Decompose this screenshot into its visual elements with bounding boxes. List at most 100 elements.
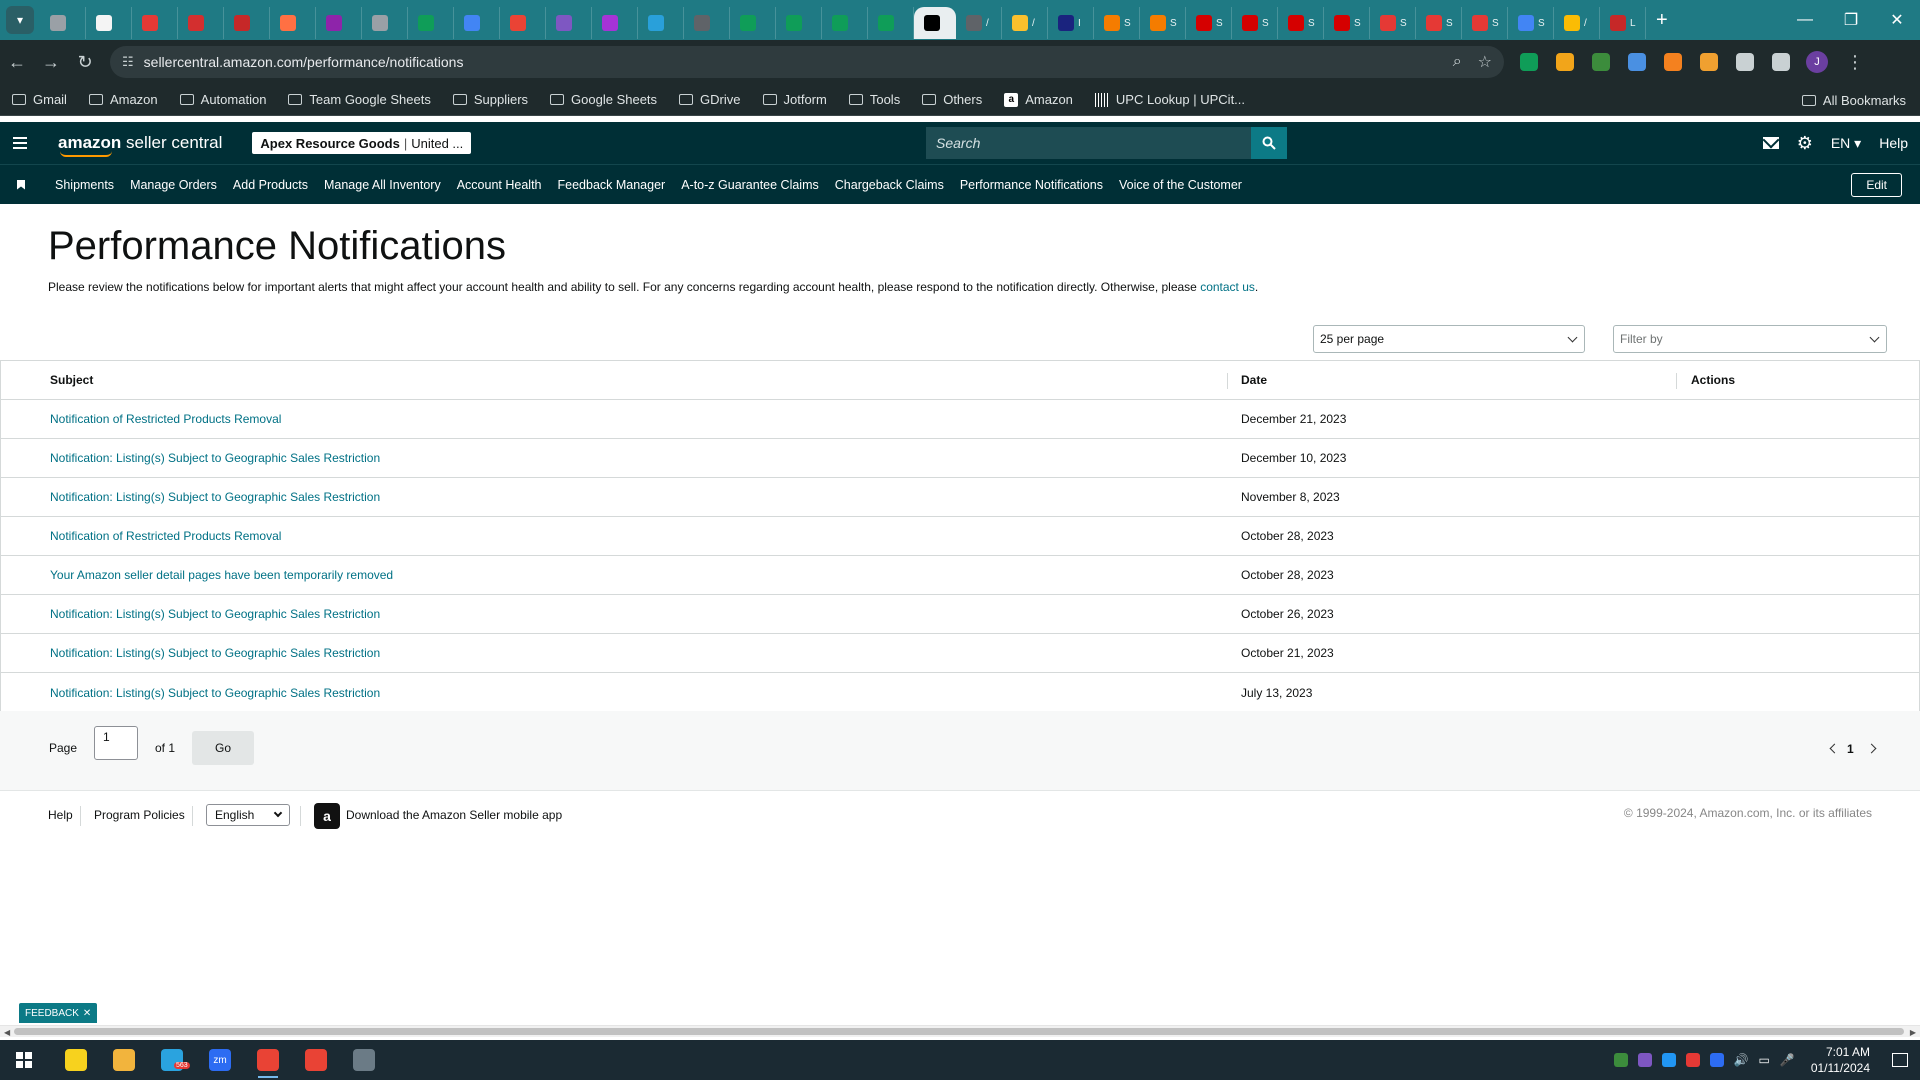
browser-tab[interactable]: S: [1140, 7, 1186, 39]
notification-subject-link[interactable]: Notification: Listing(s) Subject to Geog…: [50, 451, 380, 465]
chrome-tray-icon[interactable]: [1685, 1053, 1700, 1067]
bookmark-item[interactable]: Suppliers: [452, 92, 528, 107]
restore-icon[interactable]: ❐: [1828, 0, 1874, 40]
browser-tab[interactable]: [132, 7, 178, 39]
scroll-left-icon[interactable]: ◀: [4, 1028, 10, 1037]
nav-item-feedback-manager[interactable]: Feedback Manager: [558, 178, 666, 192]
taskbar-app-file-explorer[interactable]: [100, 1040, 148, 1080]
nav-item-a-to-z-guarantee-claims[interactable]: A-to-z Guarantee Claims: [681, 178, 819, 192]
footer-help-link[interactable]: Help: [48, 808, 73, 822]
search-input[interactable]: [926, 127, 1251, 159]
notification-icon[interactable]: [1892, 1053, 1908, 1067]
all-bookmarks[interactable]: All Bookmarks: [1801, 84, 1906, 116]
browser-tab[interactable]: [914, 7, 956, 39]
browser-tab[interactable]: [454, 7, 500, 39]
browser-tab[interactable]: [684, 7, 730, 39]
browser-menu-icon[interactable]: ⋮: [1846, 52, 1864, 73]
nvidia-icon[interactable]: [1613, 1053, 1628, 1067]
url-text[interactable]: sellercentral.amazon.com/performance/not…: [144, 54, 1437, 70]
address-bar[interactable]: ☷ sellercentral.amazon.com/performance/n…: [110, 46, 1504, 78]
forward-icon[interactable]: →: [34, 45, 68, 79]
filter-dropdown[interactable]: Filter by: [1613, 325, 1887, 353]
page-number-input[interactable]: 1: [94, 726, 138, 760]
browser-tab[interactable]: S: [1324, 7, 1370, 39]
taskbar-app-sticky-notes[interactable]: [52, 1040, 100, 1080]
bookmark-item[interactable]: a Amazon: [1004, 92, 1073, 107]
taskbar-app-chrome[interactable]: [244, 1040, 292, 1080]
bookmark-item[interactable]: Amazon: [88, 92, 158, 107]
browser-tab[interactable]: S: [1416, 7, 1462, 39]
go-button[interactable]: Go: [192, 731, 254, 765]
browser-tab[interactable]: [408, 7, 454, 39]
notification-subject-link[interactable]: Notification: Listing(s) Subject to Geog…: [50, 607, 380, 621]
close-icon[interactable]: ✕: [1874, 0, 1920, 40]
browser-tab[interactable]: [316, 7, 362, 39]
bluetooth-icon[interactable]: [1661, 1053, 1676, 1067]
bookmark-icon[interactable]: [17, 179, 25, 190]
seller-central-logo[interactable]: amazon seller central: [58, 133, 222, 157]
back-icon[interactable]: ←: [0, 45, 34, 79]
notification-subject-link[interactable]: Notification of Restricted Products Remo…: [50, 412, 281, 426]
bookmark-item[interactable]: UPC Lookup | UPCit...: [1094, 92, 1245, 107]
extension-icon[interactable]: [1700, 53, 1718, 71]
amazon-app-icon[interactable]: a: [314, 803, 340, 829]
browser-tab[interactable]: [224, 7, 270, 39]
bookmark-item[interactable]: Team Google Sheets: [288, 92, 431, 107]
help-link[interactable]: Help: [1879, 135, 1908, 151]
browser-tab[interactable]: [868, 7, 914, 39]
taskbar-app-chrome-profile[interactable]: [292, 1040, 340, 1080]
bookmark-item[interactable]: Gmail: [12, 92, 67, 107]
bookmark-star-icon[interactable]: ☆: [1478, 52, 1492, 72]
extension-icon[interactable]: [1736, 53, 1754, 71]
minimize-icon[interactable]: —: [1782, 0, 1828, 40]
browser-tab[interactable]: [776, 7, 822, 39]
bookmark-item[interactable]: GDrive: [679, 92, 741, 107]
clock[interactable]: 7:01 AM 01/11/2024: [1811, 1044, 1870, 1076]
close-icon[interactable]: ✕: [83, 1008, 91, 1019]
hamburger-menu-icon[interactable]: [0, 137, 40, 149]
horizontal-scrollbar[interactable]: ◀ ▶: [0, 1025, 1920, 1037]
bookmark-item[interactable]: Tools: [848, 92, 900, 107]
nav-item-voice-of-the-customer[interactable]: Voice of the Customer: [1119, 178, 1242, 192]
browser-tab[interactable]: [40, 7, 86, 39]
bookmark-item[interactable]: Google Sheets: [550, 92, 657, 107]
profile-avatar[interactable]: J: [1806, 51, 1828, 73]
column-header-date[interactable]: Date: [1241, 373, 1267, 387]
browser-tab[interactable]: [822, 7, 868, 39]
notification-subject-link[interactable]: Your Amazon seller detail pages have bee…: [50, 568, 393, 582]
scroll-right-icon[interactable]: ▶: [1910, 1028, 1916, 1037]
column-header-subject[interactable]: Subject: [50, 373, 93, 387]
pen-icon[interactable]: [1637, 1053, 1652, 1067]
extension-icon[interactable]: [1628, 53, 1646, 71]
new-tab-button[interactable]: +: [1656, 9, 1668, 32]
bookmark-item[interactable]: Jotform: [762, 92, 827, 107]
bookmark-item[interactable]: Automation: [179, 92, 266, 107]
site-info-icon[interactable]: ☷: [122, 54, 134, 70]
notification-subject-link[interactable]: Notification of Restricted Products Remo…: [50, 529, 281, 543]
program-policies-link[interactable]: Program Policies: [94, 808, 185, 822]
extension-icon[interactable]: [1520, 53, 1538, 71]
browser-tab[interactable]: [270, 7, 316, 39]
taskbar-app-zoom[interactable]: zm: [196, 1040, 244, 1080]
browser-tab[interactable]: S: [1186, 7, 1232, 39]
zoom-tray-icon[interactable]: [1709, 1053, 1724, 1067]
browser-tab[interactable]: [500, 7, 546, 39]
taskbar-app-telegram[interactable]: 563: [148, 1040, 196, 1080]
bookmark-item[interactable]: Others: [922, 92, 982, 107]
nav-item-chargeback-claims[interactable]: Chargeback Claims: [835, 178, 944, 192]
notification-subject-link[interactable]: Notification: Listing(s) Subject to Geog…: [50, 646, 380, 660]
start-button[interactable]: [0, 1040, 48, 1080]
browser-tab[interactable]: [592, 7, 638, 39]
browser-tab[interactable]: [546, 7, 592, 39]
current-page-number[interactable]: 1: [1847, 742, 1854, 756]
browser-tab[interactable]: S: [1508, 7, 1554, 39]
store-picker[interactable]: Apex Resource Goods | United ...: [252, 132, 472, 154]
browser-tab[interactable]: S: [1370, 7, 1416, 39]
extension-icon[interactable]: [1592, 53, 1610, 71]
nav-item-manage-all-inventory[interactable]: Manage All Inventory: [324, 178, 441, 192]
extension-icon[interactable]: [1664, 53, 1682, 71]
microphone-icon[interactable]: 🎤: [1780, 1053, 1795, 1067]
tab-search-button[interactable]: ▾: [6, 6, 34, 34]
nav-item-performance-notifications[interactable]: Performance Notifications: [960, 178, 1103, 192]
network-icon[interactable]: ▭: [1759, 1053, 1770, 1067]
